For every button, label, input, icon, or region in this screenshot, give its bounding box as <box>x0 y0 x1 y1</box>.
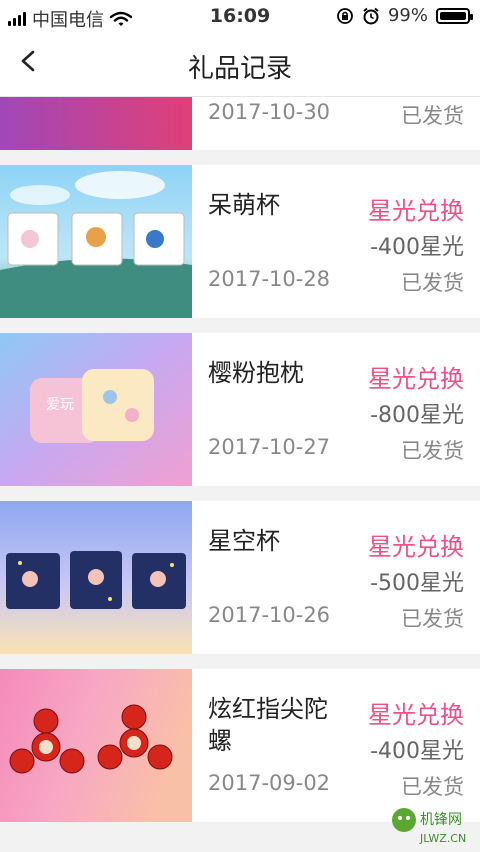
gift-image <box>0 669 192 822</box>
gift-status: 已发货 <box>401 439 464 463</box>
gift-image <box>0 165 192 318</box>
gift-date: 2017-10-30 <box>208 100 331 124</box>
gift-name: 樱粉抱枕 <box>208 359 304 387</box>
watermark-title: 机锋网 <box>420 812 462 828</box>
list-item[interactable]: 星空杯 星光兑换 -500星光 2017-10-26 已发货 <box>0 501 480 654</box>
exchange-method: 星光兑换 <box>368 197 464 225</box>
list-item[interactable]: 呆萌杯 星光兑换 -400星光 2017-10-28 已发货 <box>0 165 480 318</box>
gift-name: 呆萌杯 <box>208 191 280 219</box>
rotation-lock-icon <box>337 7 353 24</box>
gift-name: 星空杯 <box>208 527 280 555</box>
gift-name: 炫红指尖陀螺 <box>208 695 328 755</box>
gift-image: 爱玩 <box>0 333 192 486</box>
page-title: 礼品记录 <box>187 54 292 84</box>
gift-image <box>0 501 192 654</box>
gift-status: 已发货 <box>401 775 464 799</box>
gift-date: 2017-09-02 <box>208 771 331 795</box>
exchange-method: 星光兑换 <box>368 365 464 393</box>
exchange-method: 星光兑换 <box>368 701 464 729</box>
gift-date: 2017-10-26 <box>208 603 331 627</box>
gift-cost: -800星光 <box>370 403 464 428</box>
gift-date: 2017-10-27 <box>208 435 331 459</box>
gift-status: 已发货 <box>401 104 464 128</box>
battery-icon <box>436 7 473 24</box>
list-item[interactable]: 炫红指尖陀螺 星光兑换 -400星光 2017-09-02 已发货 <box>0 669 480 822</box>
nav-bar: 礼品记录 <box>0 32 480 97</box>
watermark-logo: 机锋网 JLWZ.CN <box>392 808 466 845</box>
pillow-text: 爱玩 <box>46 397 74 413</box>
gift-cost: -400星光 <box>370 235 464 260</box>
list-item[interactable]: 2017-10-30 已发货 <box>0 97 480 150</box>
gift-cost: -400星光 <box>370 739 464 764</box>
status-bar: 中国电信 16:09 99% <box>0 0 480 32</box>
gift-status: 已发货 <box>401 607 464 631</box>
list-item[interactable]: 爱玩 樱粉抱枕 星光兑换 -800星光 2017-10-27 已发货 <box>0 333 480 486</box>
watermark-url: JLWZ.CN <box>419 832 466 845</box>
gift-image <box>0 97 192 150</box>
gift-status: 已发货 <box>401 271 464 295</box>
gift-date: 2017-10-28 <box>208 267 331 291</box>
gift-cost: -500星光 <box>370 571 464 596</box>
exchange-method: 星光兑换 <box>368 533 464 561</box>
battery-percent: 99% <box>387 5 428 26</box>
alarm-icon <box>363 7 379 24</box>
